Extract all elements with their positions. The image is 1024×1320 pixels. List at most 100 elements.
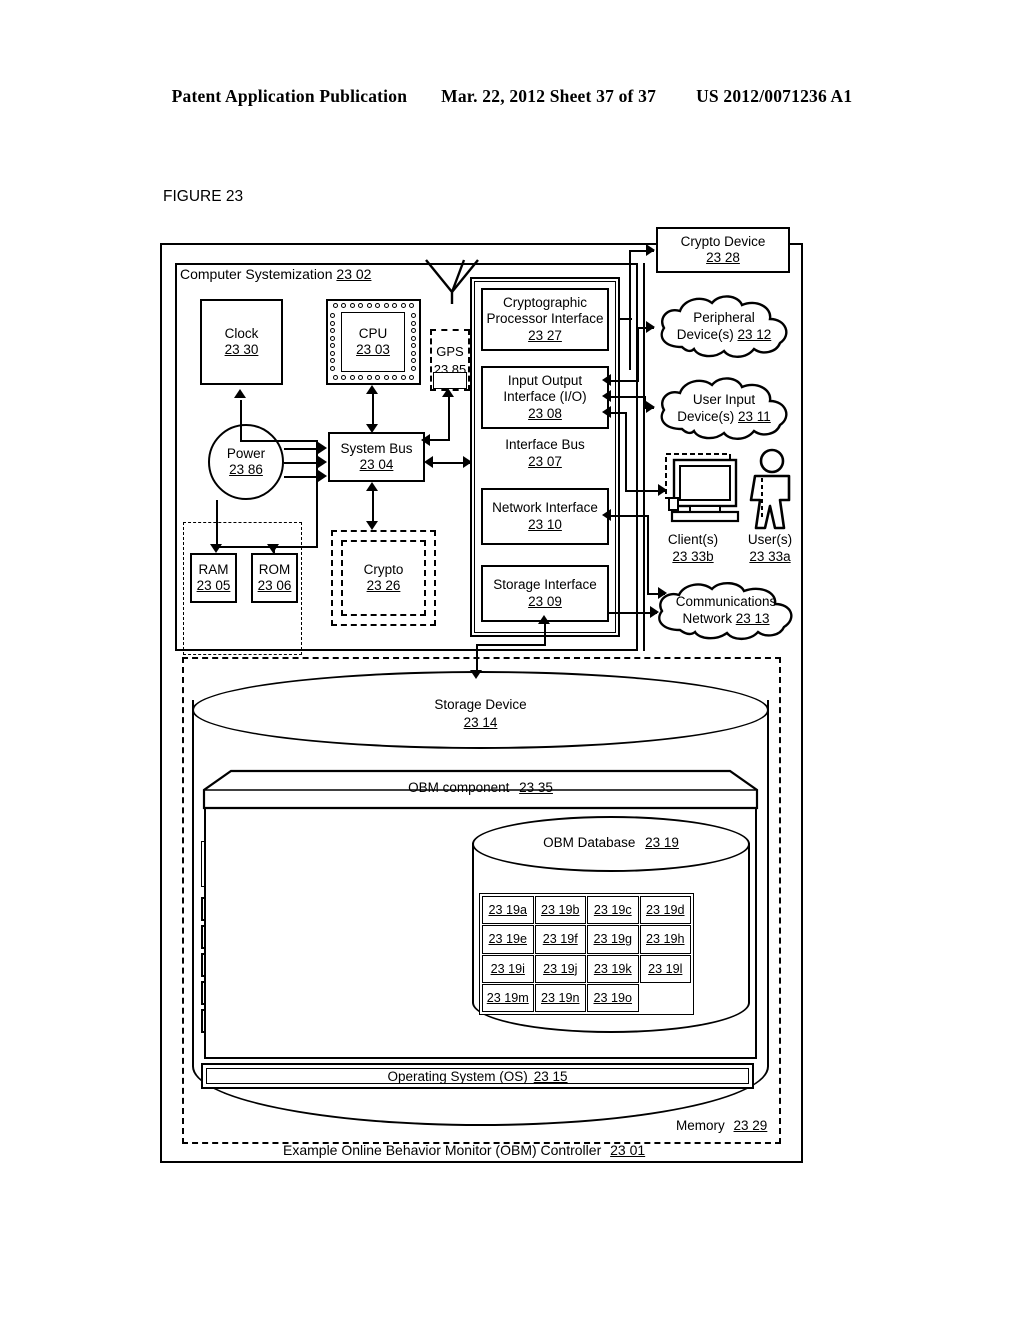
cpi-num: 23 27 [528, 327, 562, 343]
conn-power-clock-h [240, 440, 318, 443]
obm-database-grid: 23 19a 23 19b 23 19c 23 19d 23 19e 23 19… [479, 893, 694, 1015]
cpi-line2: Processor Interface [486, 311, 604, 327]
cpu-label: CPU [358, 325, 388, 341]
arrow-power-sysbus-2 [318, 456, 327, 468]
arrow-storage-down [470, 670, 482, 679]
clock-num: 23 30 [224, 342, 259, 357]
controller-caption: Example Online Behavior Monitor (OBM) Co… [283, 1142, 645, 1158]
arrow-gps-up [442, 388, 454, 397]
storage-num: 23 14 [463, 714, 498, 730]
si-num: 23 09 [528, 593, 562, 609]
db-cell[interactable]: 23 19n [534, 983, 586, 1012]
peripheral-devices-cloud[interactable]: Peripheral Device(s) 23 12 [654, 293, 794, 361]
computer-systemization-title: Computer Systemization 23 02 [180, 266, 371, 282]
cpu-pin [400, 303, 406, 308]
memory-caption: Memory 23 29 [676, 1118, 767, 1133]
arrow-crypto-down [366, 521, 378, 530]
communications-network-cloud[interactable]: Communications Network 23 13 [650, 580, 802, 642]
network-line1: Communications [675, 594, 777, 610]
network-line2: Network [682, 611, 732, 626]
cs-title-text: Computer Systemization [180, 266, 333, 282]
db-cell[interactable]: 23 19k [587, 954, 639, 983]
patent-number: US 2012/0071236 A1 [696, 86, 853, 106]
cpu-pin [330, 313, 335, 318]
system-bus-num: 23 04 [359, 457, 394, 472]
db-cell[interactable]: 23 19e [482, 925, 534, 954]
crypto-device-block[interactable]: Crypto Device 23 28 [656, 227, 790, 273]
db-cell[interactable]: 23 19c [587, 896, 639, 925]
arrow-power-sysbus-3 [318, 470, 327, 482]
clients-num: 23 33b [672, 548, 714, 564]
cpu-pin [333, 303, 338, 308]
db-cell[interactable]: 23 19b [534, 896, 586, 925]
db-cell[interactable]: 23 19f [534, 925, 586, 954]
user-input-line2: Device(s) [677, 409, 735, 424]
cpu-die: CPU 23 03 [341, 312, 405, 372]
ram-block: RAM 23 05 [190, 553, 237, 603]
conn-cpi-v [629, 250, 632, 370]
arrow-power-sysbus-1 [318, 442, 327, 454]
memory-label: Memory [676, 1118, 725, 1133]
cpu-pin [411, 335, 416, 341]
conn-power-ram-v [216, 500, 219, 547]
client-computer-icon[interactable] [660, 450, 746, 532]
power-block: Power 23 86 [208, 424, 284, 500]
cpu-pin [330, 335, 335, 341]
cpu-pin [333, 375, 338, 380]
ram-num: 23 05 [196, 578, 231, 593]
arrow-crypto-device [646, 244, 655, 256]
controller-num: 23 01 [610, 1142, 646, 1158]
clients-label: Client(s) [667, 532, 719, 547]
conn-sysbus-crypto [372, 489, 375, 523]
db-cell[interactable]: 23 19d [639, 896, 691, 925]
user-person-icon[interactable] [742, 448, 798, 534]
arrow-io-1 [602, 374, 611, 386]
arrow-sysbus-right [463, 456, 472, 468]
ram-label: RAM [198, 561, 229, 577]
users-num: 23 33a [749, 548, 791, 564]
cpi-line1: Cryptographic [502, 294, 588, 310]
db-cell[interactable]: 23 19i [482, 954, 534, 983]
cpu-pin [366, 375, 372, 380]
rom-block: ROM 23 06 [251, 553, 298, 603]
db-cell[interactable]: 23 19a [482, 896, 534, 925]
conn-io-client-v [625, 412, 628, 492]
cpu-pin [383, 303, 389, 308]
arrow-io-3 [602, 406, 611, 418]
storage-device-caption: Storage Device 23 14 [192, 696, 769, 731]
cpu-pin [349, 375, 355, 380]
crypto-num: 23 26 [366, 578, 401, 593]
crypto-processor-interface: Cryptographic Processor Interface 23 27 [481, 288, 609, 351]
si-line1: Storage Interface [493, 577, 597, 593]
user-input-devices-cloud[interactable]: User Input Device(s) 23 11 [654, 375, 794, 443]
clients-caption: Client(s) 23 33b [652, 532, 734, 566]
rom-num: 23 06 [257, 578, 292, 593]
peripheral-line2: Device(s) [676, 327, 734, 342]
obm-database-label: OBM Database [543, 835, 636, 850]
io-interface: Input Output Interface (I/O) 23 08 [481, 366, 609, 429]
db-cell[interactable]: 23 19m [482, 983, 534, 1012]
conn-gps-h [428, 439, 450, 442]
gps-subbox [433, 372, 467, 389]
arrow-si-net [650, 606, 659, 618]
clock-block: Clock 23 30 [200, 299, 283, 385]
db-cell[interactable]: 23 19o [587, 983, 639, 1012]
rom-label: ROM [258, 561, 291, 577]
db-cell[interactable]: 23 19g [587, 925, 639, 954]
system-bus-block: System Bus 23 04 [328, 432, 425, 482]
cpu-pin [349, 303, 355, 308]
network-num: 23 13 [735, 611, 770, 626]
db-cell[interactable]: 23 19l [639, 954, 691, 983]
operating-system-inner: Operating System (OS) 23 15 [206, 1068, 749, 1084]
storage-label: Storage Device [434, 697, 527, 712]
obm-component-label: OBM component [408, 780, 510, 795]
arrow-power-ram [210, 544, 222, 553]
operating-system-bar[interactable]: Operating System (OS) 23 15 [201, 1063, 754, 1089]
clock-label: Clock [224, 325, 259, 341]
peripheral-text: Peripheral Device(s) 23 12 [677, 310, 772, 344]
memory-num: 23 29 [733, 1118, 768, 1133]
date-sheet: Mar. 22, 2012 Sheet 37 of 37 [441, 86, 657, 106]
db-cell[interactable]: 23 19h [639, 925, 691, 954]
db-cell[interactable]: 23 19j [534, 954, 586, 983]
obm-database-num: 23 19 [645, 835, 679, 850]
